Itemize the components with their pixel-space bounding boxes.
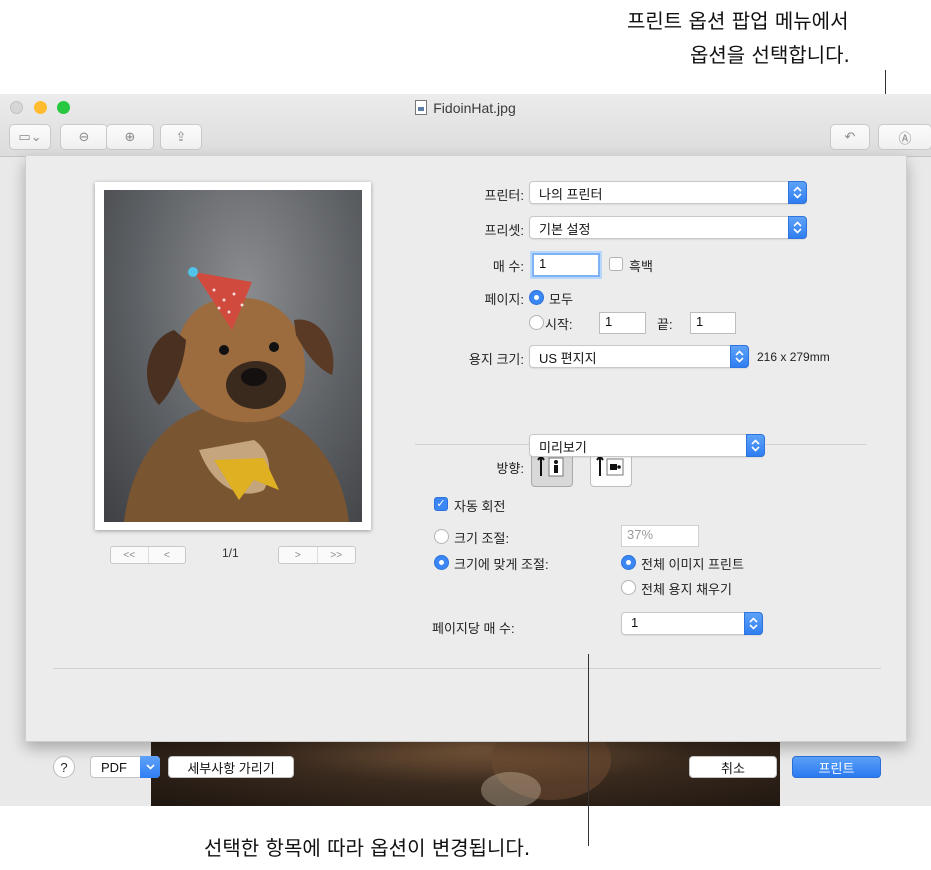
last-page-button[interactable]: >> [318, 550, 356, 561]
print-preview-image [104, 190, 362, 522]
pages-all-label: 모두 [549, 292, 573, 307]
black-white-checkbox[interactable] [609, 257, 623, 271]
fill-entire-paper-radio[interactable] [621, 580, 636, 595]
sidebar-icon: ▭⌄ [18, 129, 42, 144]
fill-entire-paper-label: 전체 용지 채우기 [641, 582, 732, 597]
rotate-icon: ↶ [844, 129, 856, 144]
chevron-down-icon [140, 756, 160, 778]
pages-label: 페이지: [484, 292, 525, 307]
print-button[interactable]: 프린트 [792, 756, 881, 778]
print-entire-image-label: 전체 이미지 프린트 [641, 557, 744, 572]
printer-popup[interactable]: 나의 프린터 [529, 181, 807, 204]
pages-all-radio[interactable] [529, 290, 544, 305]
sidebar-button[interactable]: ▭⌄ [9, 124, 51, 150]
print-options-popup[interactable]: 미리보기 [529, 434, 765, 457]
pager-first-prev: << < [110, 546, 186, 564]
first-page-button[interactable]: << [111, 550, 148, 561]
pages-range-radio[interactable] [529, 315, 544, 330]
pages-to-label: 끝: [657, 317, 673, 332]
dog-in-party-hat-image [124, 267, 349, 522]
print-entire-image-radio[interactable] [621, 555, 636, 570]
scale-radio[interactable] [434, 529, 449, 544]
zoom-out-icon: ⊖ [78, 129, 90, 144]
previous-page-button[interactable]: < [149, 550, 186, 561]
pages-from-label: 시작: [545, 317, 573, 332]
auto-rotate-label: 자동 회전 [454, 499, 506, 514]
scale-to-fit-label: 크기에 맞게 조절: [454, 557, 549, 572]
hide-details-button[interactable]: 세부사항 가리기 [168, 756, 294, 778]
copies-field[interactable]: 1 [532, 253, 600, 277]
print-preview-thumbnail [95, 182, 371, 530]
printer-label: 프린터: [484, 188, 525, 203]
title-bar: FidoinHat.jpg ▭⌄ ⊖ ⊕ ⇪ ↶ Ⓐ [0, 94, 931, 157]
window-title-text: FidoinHat.jpg [433, 100, 516, 116]
print-dialog: << < 1/1 > >> 프린터: 나의 프린터 프리셋: 기본 설정 매 수… [25, 156, 907, 778]
auto-rotate-checkbox[interactable]: ✓ [434, 497, 448, 511]
scale-field[interactable]: 37% [621, 525, 699, 547]
chevron-up-down-icon [788, 216, 807, 239]
help-button[interactable]: ? [53, 756, 75, 778]
markup-icon: Ⓐ [898, 130, 912, 146]
pages-from-field[interactable]: 1 [599, 312, 646, 334]
options-divider-right [766, 444, 866, 445]
orientation-label: 방향: [496, 461, 524, 476]
paper-size-value: US 편지지 [539, 351, 597, 366]
paper-size-dimensions: 216 x 279mm [757, 350, 830, 364]
pdf-label: PDF [101, 759, 127, 775]
chevron-up-down-icon [746, 434, 765, 457]
copies-per-page-label: 페이지당 매 수: [432, 621, 515, 636]
pdf-menu-button[interactable]: PDF [90, 756, 160, 778]
chevron-up-down-icon [744, 612, 763, 635]
paper-size-label: 용지 크기: [468, 352, 524, 367]
share-icon: ⇪ [175, 129, 187, 144]
copies-per-page-value: 1 [631, 615, 639, 630]
document-icon [415, 100, 428, 115]
preset-label: 프리셋: [484, 223, 525, 238]
callout-top-line1: 프린트 옵션 팝업 메뉴에서 [627, 9, 849, 33]
page-indicator: 1/1 [222, 546, 239, 560]
preset-value: 기본 설정 [539, 222, 591, 237]
print-options-value: 미리보기 [539, 440, 587, 455]
callout-top-line2: 옵션을 선택합니다. [690, 43, 850, 67]
footer-divider [53, 668, 881, 669]
rotate-button[interactable]: ↶ [830, 124, 870, 150]
callout-bottom-leader [588, 654, 589, 846]
callout-bottom: 선택한 항목에 따라 옵션이 변경됩니다. [204, 836, 531, 860]
share-button[interactable]: ⇪ [160, 124, 202, 150]
copies-label: 매 수: [492, 259, 524, 274]
next-page-button[interactable]: > [279, 550, 317, 561]
preset-popup[interactable]: 기본 설정 [529, 216, 807, 239]
options-divider-left [415, 444, 529, 445]
cancel-button[interactable]: 취소 [689, 756, 777, 778]
scale-to-fit-radio[interactable] [434, 555, 449, 570]
scale-label: 크기 조절: [454, 531, 510, 546]
pages-to-field[interactable]: 1 [690, 312, 736, 334]
preview-window: FidoinHat.jpg ▭⌄ ⊖ ⊕ ⇪ ↶ Ⓐ << < 1/1 > >>… [0, 94, 931, 806]
pager-next-last: > >> [278, 546, 356, 564]
copies-per-page-popup[interactable]: 1 [621, 612, 763, 635]
chevron-up-down-icon [788, 181, 807, 204]
zoom-in-button[interactable]: ⊕ [106, 124, 154, 150]
zoom-out-button[interactable]: ⊖ [60, 124, 108, 150]
chevron-up-down-icon [730, 345, 749, 368]
window-title: FidoinHat.jpg [0, 100, 931, 116]
black-white-label: 흑백 [629, 259, 653, 274]
zoom-in-icon: ⊕ [124, 129, 136, 144]
paper-size-popup[interactable]: US 편지지 [529, 345, 749, 368]
markup-button[interactable]: Ⓐ [878, 124, 931, 150]
printer-value: 나의 프린터 [539, 187, 603, 202]
